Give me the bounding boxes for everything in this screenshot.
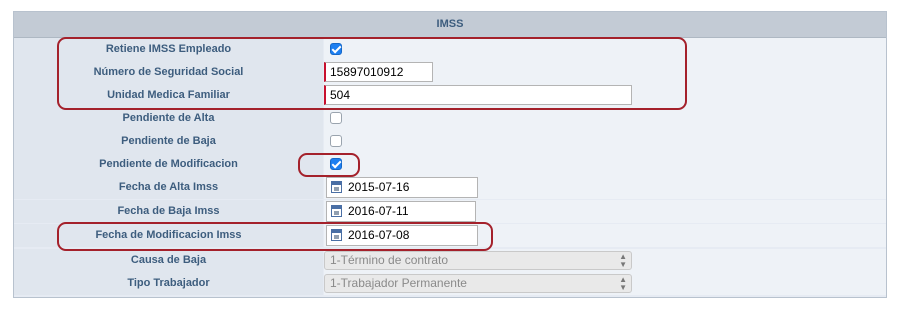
fecha-alta-label: Fecha de Alta Imss: [14, 176, 323, 199]
imss-panel: IMSS Retiene IMSS Empleado Número de Seg…: [13, 11, 887, 298]
fecha-alta-value: 2015-07-16: [348, 180, 410, 194]
nss-input[interactable]: 15897010912: [324, 62, 433, 82]
row-pendiente-modificacion: Pendiente de Modificacion: [14, 153, 886, 176]
row-nss: Número de Seguridad Social 15897010912: [14, 61, 886, 84]
row-fecha-baja: Fecha de Baja Imss 2016-07-11: [14, 200, 886, 223]
calendar-icon[interactable]: [331, 205, 342, 217]
pendiente-modificacion-checkbox[interactable]: [330, 158, 342, 170]
calendar-icon[interactable]: [331, 181, 342, 193]
fecha-modificacion-value: 2016-07-08: [348, 228, 410, 242]
row-retiene-imss: Retiene IMSS Empleado: [14, 38, 886, 61]
umf-label: Unidad Medica Familiar: [14, 84, 323, 107]
row-pendiente-alta: Pendiente de Alta: [14, 107, 886, 130]
select-arrows-icon: ▲ ▼: [619, 275, 627, 292]
pendiente-baja-label: Pendiente de Baja: [14, 130, 323, 153]
pendiente-baja-checkbox[interactable]: [330, 135, 342, 147]
retiene-imss-label: Retiene IMSS Empleado: [14, 38, 323, 61]
fecha-baja-label: Fecha de Baja Imss: [14, 200, 323, 223]
row-fecha-modificacion: Fecha de Modificacion Imss 2016-07-08: [14, 224, 886, 247]
fecha-baja-input[interactable]: 2016-07-11: [326, 201, 476, 222]
row-umf: Unidad Medica Familiar 504: [14, 84, 886, 107]
tipo-trabajador-select[interactable]: 1-Trabajador Permanente ▲ ▼: [324, 274, 632, 293]
fecha-modificacion-input[interactable]: 2016-07-08: [326, 225, 478, 246]
section-header: IMSS: [14, 12, 886, 38]
pendiente-alta-checkbox[interactable]: [330, 112, 342, 124]
tipo-trabajador-label: Tipo Trabajador: [14, 272, 323, 295]
tipo-trabajador-value: 1-Trabajador Permanente: [330, 276, 467, 290]
row-fecha-alta: Fecha de Alta Imss 2015-07-16: [14, 176, 886, 199]
fecha-alta-input[interactable]: 2015-07-16: [326, 177, 478, 198]
select-arrows-icon: ▲ ▼: [619, 252, 627, 269]
row-causa-baja: Causa de Baja 1-Término de contrato ▲ ▼: [14, 249, 886, 272]
fecha-baja-value: 2016-07-11: [348, 204, 409, 218]
fecha-modificacion-label: Fecha de Modificacion Imss: [14, 224, 323, 247]
row-tipo-trabajador: Tipo Trabajador 1-Trabajador Permanente …: [14, 272, 886, 295]
causa-baja-select[interactable]: 1-Término de contrato ▲ ▼: [324, 251, 632, 270]
causa-baja-label: Causa de Baja: [14, 249, 323, 272]
pendiente-modificacion-label: Pendiente de Modificacion: [14, 153, 323, 176]
row-pendiente-baja: Pendiente de Baja: [14, 130, 886, 153]
retiene-imss-checkbox[interactable]: [330, 43, 342, 55]
pendiente-alta-label: Pendiente de Alta: [14, 107, 323, 130]
nss-label: Número de Seguridad Social: [14, 61, 323, 84]
umf-input[interactable]: 504: [324, 85, 632, 105]
calendar-icon[interactable]: [331, 229, 342, 241]
causa-baja-value: 1-Término de contrato: [330, 253, 449, 267]
